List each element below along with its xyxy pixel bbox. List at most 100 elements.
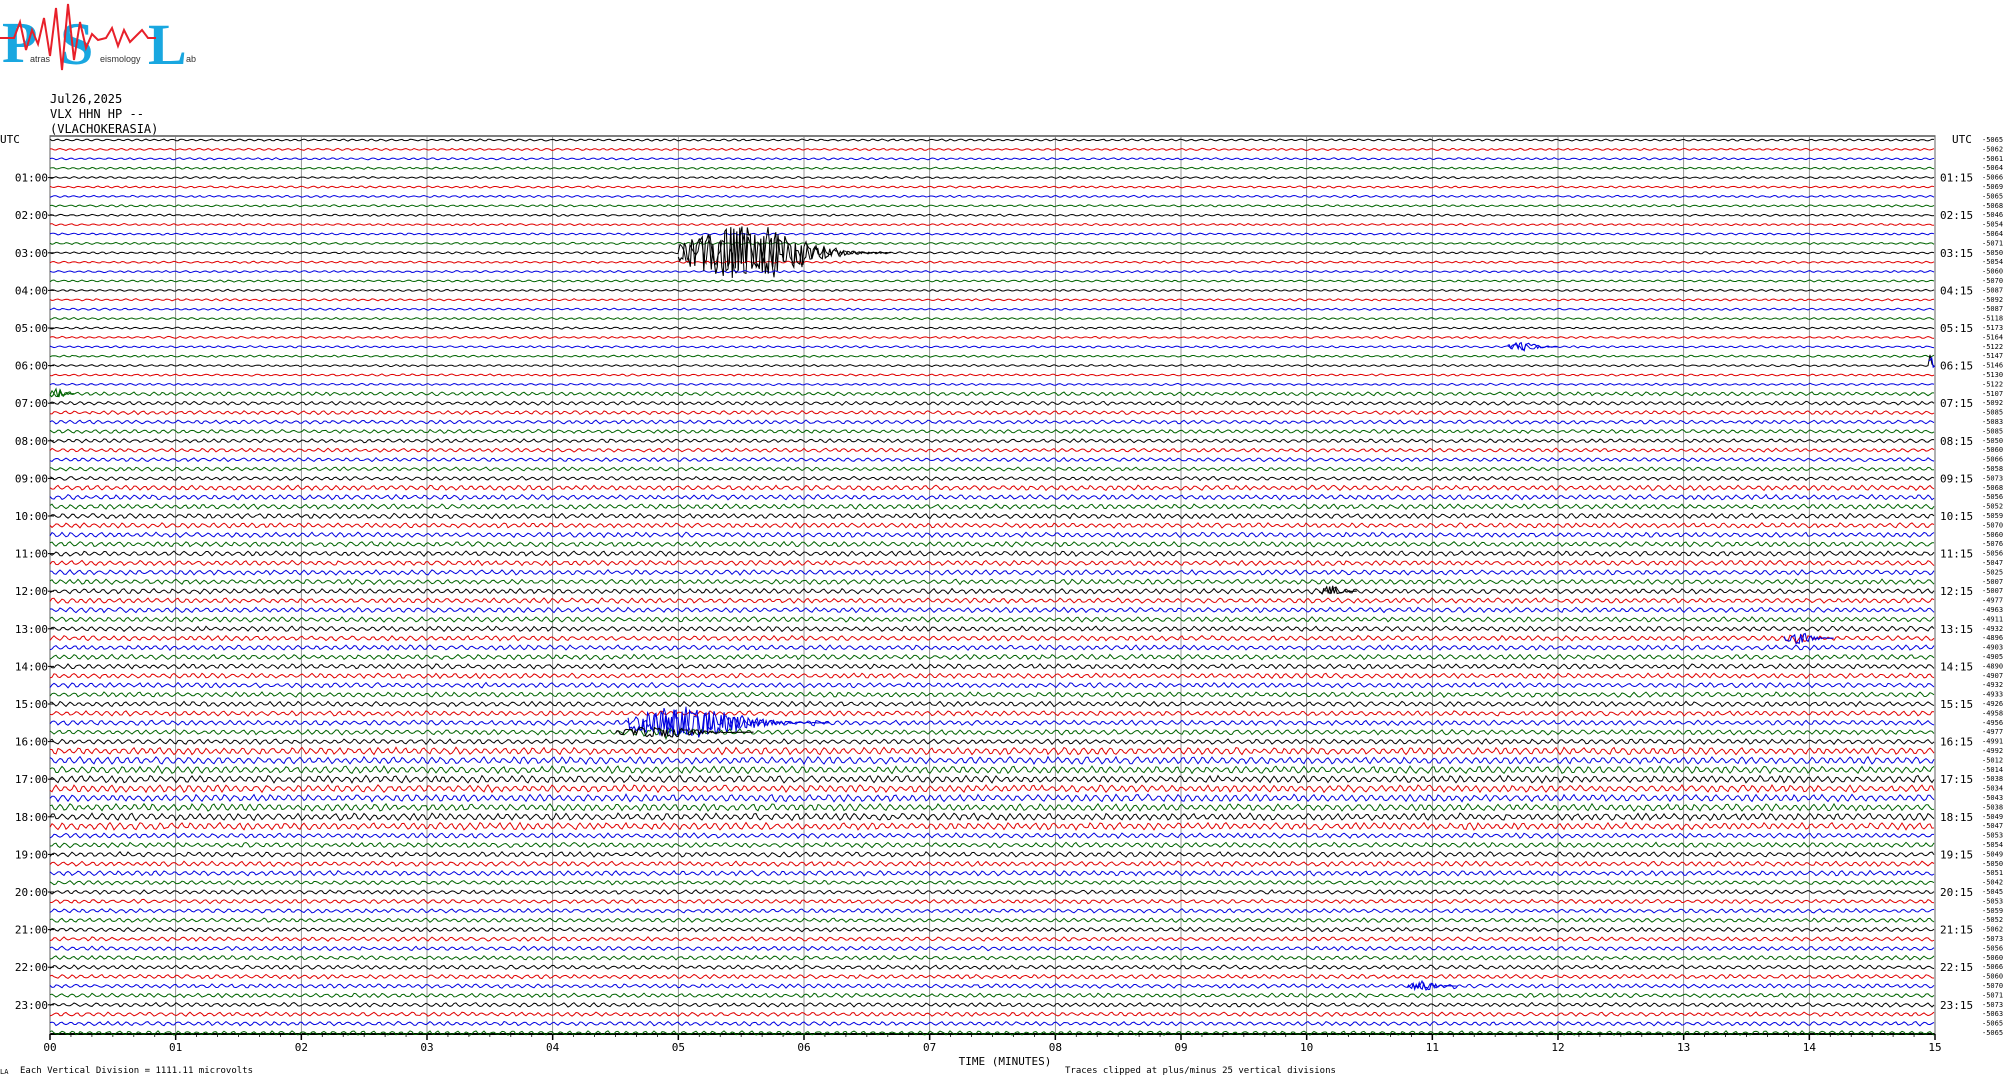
hour-label-left: 03:00 <box>15 247 48 260</box>
trace-line <box>49 166 1935 170</box>
trace-offset-label: -5056 <box>1982 944 2003 952</box>
trace-line <box>49 738 1935 745</box>
trace-offset-label: -5122 <box>1982 343 2003 351</box>
trace-offset-label: -5052 <box>1982 503 2003 511</box>
trace-offset-label: -5038 <box>1982 775 2003 783</box>
trace-line <box>49 869 1935 877</box>
trace-offset-label: -5092 <box>1982 296 2003 304</box>
hour-label-left: 06:00 <box>15 360 48 373</box>
trace-offset-label: -5122 <box>1982 380 2003 388</box>
trace-line <box>49 727 1935 741</box>
x-tick-label: 07 <box>923 1041 936 1054</box>
trace-offset-label: -5065 <box>1982 136 2003 144</box>
x-tick-label: 02 <box>295 1041 308 1054</box>
trace-line <box>49 382 1935 387</box>
trace-line <box>49 1011 1935 1017</box>
trace-offset-label: -4907 <box>1982 672 2003 680</box>
hour-label-left: 09:00 <box>15 472 48 485</box>
trace-offset-label: -5059 <box>1982 512 2003 520</box>
trace-line <box>49 373 1935 377</box>
trace-offset-label: -5043 <box>1982 794 2003 802</box>
trace-line <box>49 428 1935 435</box>
trace-offset-label: -5073 <box>1982 474 2003 482</box>
trace-offset-label: -5050 <box>1982 437 2003 445</box>
trace-offset-label: -5069 <box>1982 183 2003 191</box>
x-tick-label: 09 <box>1174 1041 1187 1054</box>
trace-line <box>49 232 1935 236</box>
trace-line <box>49 204 1935 208</box>
trace-line <box>49 774 1935 784</box>
trace-offset-label: -4958 <box>1982 709 2003 717</box>
trace-line <box>49 691 1935 698</box>
trace-offset-label: -5034 <box>1982 785 2003 793</box>
trace-line <box>49 559 1935 567</box>
trace-line <box>49 307 1935 311</box>
trace-line <box>49 512 1935 520</box>
trace-offset-label: -5066 <box>1982 174 2003 182</box>
trace-line <box>50 213 1935 217</box>
hour-label-left: 01:00 <box>15 172 48 185</box>
trace-offset-label: -5107 <box>1982 390 2003 398</box>
trace-offset-label: -5007 <box>1982 587 2003 595</box>
trace-line <box>49 185 1935 189</box>
x-tick-label: 08 <box>1049 1041 1062 1054</box>
trace-offset-label: -5083 <box>1982 418 2003 426</box>
trace-offset-label: -4992 <box>1982 747 2003 755</box>
trace-line <box>49 484 1935 492</box>
trace-offset-label: -5147 <box>1982 352 2003 360</box>
trace-offset-label: -5065 <box>1982 1029 2003 1037</box>
hour-label-left: 12:00 <box>15 585 48 598</box>
trace-line <box>49 466 1935 472</box>
trace-line <box>49 194 1935 199</box>
trace-line <box>49 672 1935 680</box>
trace-line <box>49 634 1935 645</box>
trace-offset-label: -4956 <box>1982 719 2003 727</box>
channel-name: VLX HHN HP -- <box>50 107 144 121</box>
trace-offset-label: -5070 <box>1982 521 2003 529</box>
trace-offset-label: -5070 <box>1982 982 2003 990</box>
trace-line <box>49 616 1935 623</box>
trace-line <box>49 644 1935 652</box>
hour-label-right: 06:15 <box>1940 360 1973 373</box>
hour-label-left: 07:00 <box>15 397 48 410</box>
trace-line <box>49 625 1935 633</box>
trace-offset-label: -5049 <box>1982 850 2003 858</box>
trace-offset-label: -5061 <box>1982 155 2003 163</box>
trace-offset-label: -5064 <box>1982 230 2003 238</box>
trace-offset-label: -5060 <box>1982 268 2003 276</box>
trace-offset-label: -5059 <box>1982 907 2003 915</box>
hour-label-right: 05:15 <box>1940 322 1973 335</box>
trace-offset-label: -4977 <box>1982 597 2003 605</box>
trace-line <box>49 288 1935 293</box>
trace-line <box>49 954 1935 961</box>
record-date: Jul26,2025 <box>50 92 123 106</box>
trace-line <box>49 456 1935 463</box>
hour-label-left: 19:00 <box>15 848 48 861</box>
trace-offset-label: -5173 <box>1982 324 2003 332</box>
trace-offset-label: -5050 <box>1982 860 2003 868</box>
trace-line <box>49 706 1935 736</box>
trace-offset-label: -5053 <box>1982 897 2003 905</box>
trace-offset-label: -4991 <box>1982 738 2003 746</box>
trace-offset-label: -5050 <box>1982 249 2003 257</box>
seismic-traces <box>49 138 1936 1036</box>
trace-line <box>49 326 1935 330</box>
trace-line <box>49 531 1935 539</box>
trace-offset-label: -4932 <box>1982 625 2003 633</box>
hour-label-right: 01:15 <box>1940 172 1973 185</box>
trace-line <box>49 917 1935 924</box>
trace-offset-label: -5071 <box>1982 239 2003 247</box>
trace-line <box>49 802 1935 812</box>
trace-offset-label: -5038 <box>1982 803 2003 811</box>
hour-label-right: 21:15 <box>1940 924 1973 937</box>
trace-offset-label: -5012 <box>1982 756 2003 764</box>
trace-line <box>49 578 1935 586</box>
trace-offset-label: -4890 <box>1982 662 2003 670</box>
trace-offset-label: -5065 <box>1982 1020 2003 1028</box>
hour-label-right: 17:15 <box>1940 773 1973 786</box>
trace-line <box>49 783 1935 794</box>
trace-line <box>49 157 1935 161</box>
trace-line <box>49 979 1935 992</box>
trace-offset-label: -5052 <box>1982 916 2003 924</box>
trace-line <box>49 342 1935 351</box>
